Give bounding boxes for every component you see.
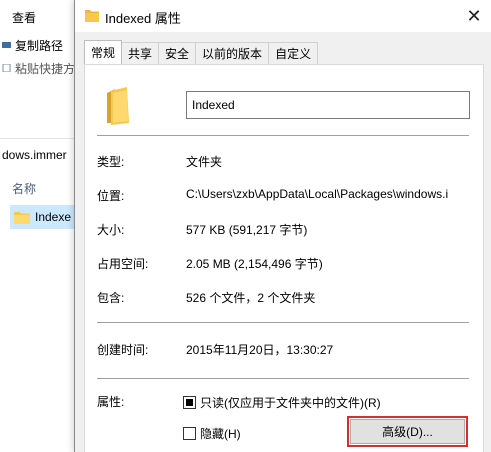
folder-icon <box>107 87 129 125</box>
size-label: 大小: <box>97 223 125 237</box>
tab-strip: 常规 共享 安全 以前的版本 自定义 <box>84 40 319 64</box>
paste-shortcut-label: 粘贴快捷方 <box>15 61 76 76</box>
folder-name-input[interactable] <box>186 91 470 119</box>
copy-path-icon <box>2 42 11 48</box>
tab-customize[interactable]: 自定义 <box>268 42 319 64</box>
title-bar[interactable]: Indexed 属性 ✕ <box>75 0 491 32</box>
close-icon: ✕ <box>466 5 482 26</box>
type-label: 类型: <box>97 155 125 169</box>
size-on-disk-label: 占用空间: <box>97 257 149 271</box>
hidden-checkbox-box[interactable] <box>183 427 196 440</box>
column-header-name[interactable]: 名称 <box>12 180 36 197</box>
readonly-checkbox[interactable]: 只读(仅应用于文件夹中的文件)(R) <box>183 394 381 411</box>
view-menu[interactable]: 查看 <box>12 9 36 26</box>
location-value: C:\Users\zxb\AppData\Local\Packages\wind… <box>186 187 449 201</box>
size-value: 577 KB (591,217 字节) <box>186 223 308 237</box>
contains-label: 包含: <box>97 291 125 305</box>
copy-path-label: 复制路径 <box>15 38 64 53</box>
size-on-disk-value: 2.05 MB (2,154,496 字节) <box>186 257 323 271</box>
dialog-title: Indexed 属性 <box>105 11 181 26</box>
folder-icon <box>85 10 99 22</box>
general-panel: 类型: 文件夹 位置: C:\Users\zxb\AppData\Local\P… <box>84 64 484 452</box>
location-label: 位置: <box>97 189 125 203</box>
divider <box>97 322 469 323</box>
file-list-item[interactable]: Indexe <box>10 205 80 229</box>
readonly-checkbox-label: 只读(仅应用于文件夹中的文件)(R) <box>200 396 381 410</box>
attributes-label: 属性: <box>97 395 125 409</box>
file-list-item-label: Indexe <box>35 210 72 224</box>
created-value: 2015年11月20日，13:30:27 <box>186 343 334 357</box>
tab-general[interactable]: 常规 <box>84 40 123 64</box>
hidden-checkbox-label: 隐藏(H) <box>200 427 241 441</box>
divider <box>97 378 469 379</box>
close-button[interactable]: ✕ <box>457 0 491 32</box>
paste-shortcut-icon <box>2 64 11 72</box>
explorer-divider <box>0 138 80 139</box>
folder-icon <box>14 212 30 224</box>
type-value: 文件夹 <box>186 155 223 169</box>
readonly-checkbox-box[interactable] <box>183 396 196 409</box>
paste-shortcut-button[interactable]: 粘贴快捷方 <box>2 59 75 77</box>
tab-previous-versions[interactable]: 以前的版本 <box>195 42 270 64</box>
copy-path-button[interactable]: 复制路径 <box>2 36 63 54</box>
tab-sharing[interactable]: 共享 <box>121 42 160 64</box>
created-label: 创建时间: <box>97 343 149 357</box>
contains-value: 526 个文件，2 个文件夹 <box>186 291 316 305</box>
tab-security[interactable]: 安全 <box>158 42 197 64</box>
divider <box>97 135 469 136</box>
hidden-checkbox[interactable]: 隐藏(H) <box>183 425 241 442</box>
explorer-window: 查看 复制路径 粘贴快捷方 dows.immer 名称 Indexe <box>0 0 80 452</box>
address-bar[interactable]: dows.immer <box>2 148 67 162</box>
properties-dialog: Indexed 属性 ✕ 常规 共享 安全 以前的版本 自定义 类型: 文件夹 … <box>74 0 491 452</box>
advanced-button[interactable]: 高级(D)... <box>350 419 465 444</box>
